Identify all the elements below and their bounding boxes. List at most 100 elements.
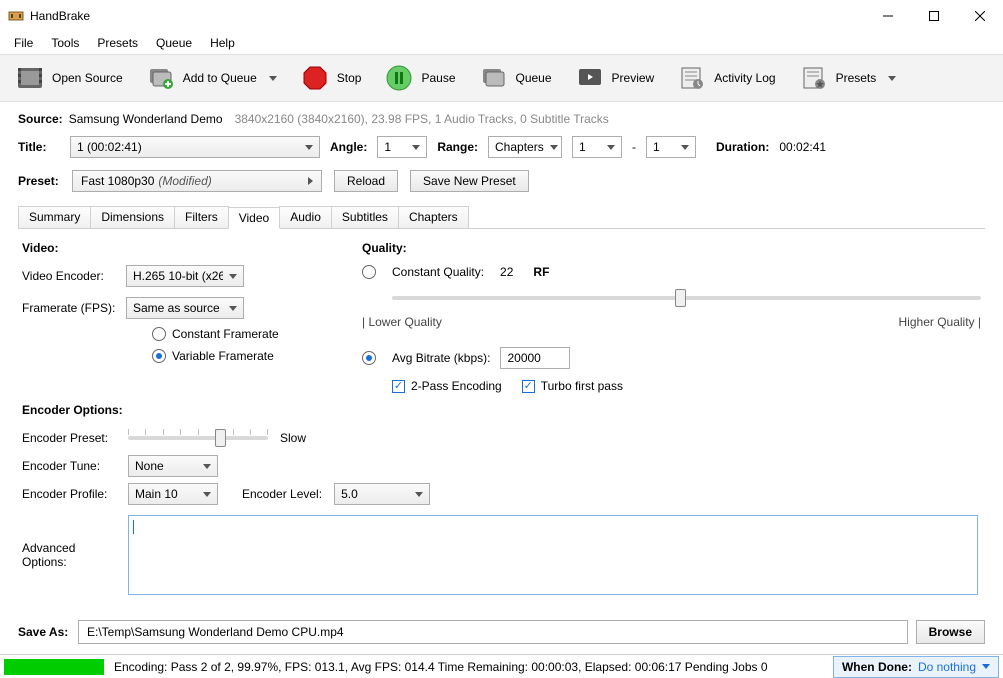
quality-section-title: Quality:: [362, 241, 981, 255]
video-encoder-select[interactable]: H.265 10-bit (x265: [126, 265, 244, 287]
encoder-level-label: Encoder Level:: [242, 487, 322, 501]
cfr-option[interactable]: Constant Framerate: [152, 327, 332, 341]
advanced-options-label: Advanced Options:: [22, 541, 116, 569]
pause-label: Pause: [421, 71, 455, 85]
encoder-profile-select[interactable]: Main 10: [128, 483, 218, 505]
when-done-select[interactable]: When Done: Do nothing: [833, 656, 999, 678]
quality-column: Quality: Constant Quality: 22 RF | Lower…: [362, 241, 981, 393]
chevron-down-icon: [607, 145, 615, 150]
encoder-level-select[interactable]: 5.0: [334, 483, 430, 505]
two-pass-checkbox[interactable]: ✓ 2-Pass Encoding: [392, 379, 502, 393]
abr-radio[interactable]: [362, 351, 376, 365]
window-titlebar: HandBrake: [0, 0, 1003, 32]
cq-radio[interactable]: [362, 265, 376, 279]
cfr-label: Constant Framerate: [172, 327, 279, 341]
chevron-down-icon: [888, 76, 896, 81]
preset-name: Fast 1080p30: [81, 174, 154, 188]
range-to-select[interactable]: 1: [646, 136, 696, 158]
range-label: Range:: [437, 140, 478, 154]
lower-quality-hint: | Lower Quality: [362, 315, 442, 329]
queue-button[interactable]: Queue: [470, 60, 562, 96]
stop-label: Stop: [337, 71, 362, 85]
open-source-button[interactable]: Open Source: [6, 60, 133, 96]
vfr-option[interactable]: Variable Framerate: [152, 349, 332, 363]
maximize-button[interactable]: [911, 0, 957, 32]
add-to-queue-button[interactable]: Add to Queue: [137, 60, 287, 96]
reload-button[interactable]: Reload: [334, 170, 398, 192]
presets-button[interactable]: Presets: [790, 60, 907, 96]
menu-presets[interactable]: Presets: [89, 34, 146, 52]
encopts-section-title: Encoder Options:: [22, 403, 981, 417]
tab-filters[interactable]: Filters: [174, 206, 229, 228]
browse-button[interactable]: Browse: [916, 620, 985, 644]
advanced-options-input[interactable]: [128, 515, 978, 595]
slider-thumb[interactable]: [215, 429, 226, 447]
encoder-preset-slider[interactable]: [128, 427, 268, 449]
pause-button[interactable]: Pause: [375, 60, 465, 96]
fps-value: Same as source: [133, 301, 220, 315]
angle-select[interactable]: 1: [377, 136, 427, 158]
encoder-level-value: 5.0: [341, 487, 358, 501]
queue-add-icon: [147, 64, 175, 92]
save-path-input[interactable]: E:\Temp\Samsung Wonderland Demo CPU.mp4: [78, 620, 908, 644]
arrow-right-icon: [308, 177, 313, 185]
encoder-tune-select[interactable]: None: [128, 455, 218, 477]
encoder-label: Video Encoder:: [22, 269, 116, 283]
video-section-title: Video:: [22, 241, 332, 255]
tab-audio[interactable]: Audio: [279, 206, 332, 228]
fps-select[interactable]: Same as source: [126, 297, 244, 319]
save-new-preset-button[interactable]: Save New Preset: [410, 170, 529, 192]
title-select[interactable]: 1 (00:02:41): [70, 136, 320, 158]
tab-dimensions[interactable]: Dimensions: [90, 206, 175, 228]
menu-file[interactable]: File: [6, 34, 41, 52]
angle-value: 1: [384, 140, 391, 154]
video-tab-content: Video: Video Encoder: H.265 10-bit (x265…: [0, 229, 1003, 614]
presets-icon: [800, 64, 828, 92]
minimize-button[interactable]: [865, 0, 911, 32]
quality-slider[interactable]: [392, 287, 981, 309]
abr-input[interactable]: [500, 347, 570, 369]
cq-unit: RF: [533, 265, 549, 279]
log-icon: [678, 64, 706, 92]
chevron-down-icon: [203, 492, 211, 497]
turbo-label: Turbo first pass: [541, 379, 623, 393]
source-row: Source: Samsung Wonderland Demo 3840x216…: [0, 102, 1003, 130]
when-done-value: Do nothing: [918, 660, 976, 674]
add-to-queue-label: Add to Queue: [183, 71, 257, 85]
close-button[interactable]: [957, 0, 1003, 32]
menu-tools[interactable]: Tools: [43, 34, 87, 52]
tab-video[interactable]: Video: [228, 207, 280, 229]
source-meta: 3840x2160 (3840x2160), 23.98 FPS, 1 Audi…: [235, 112, 609, 126]
stop-button[interactable]: Stop: [291, 60, 372, 96]
tab-chapters[interactable]: Chapters: [398, 206, 469, 228]
preset-select[interactable]: Fast 1080p30 (Modified): [72, 170, 322, 192]
menu-queue[interactable]: Queue: [148, 34, 200, 52]
title-label: Title:: [18, 140, 60, 154]
preview-button[interactable]: Preview: [566, 60, 665, 96]
tab-subtitles[interactable]: Subtitles: [331, 206, 399, 228]
title-row: Title: 1 (00:02:41) Angle: 1 Range: Chap…: [0, 130, 1003, 164]
abr-label: Avg Bitrate (kbps):: [392, 351, 490, 365]
pause-icon: [385, 64, 413, 92]
window-controls: [865, 0, 1003, 32]
tab-strip: Summary Dimensions Filters Video Audio S…: [18, 206, 985, 229]
range-from-select[interactable]: 1: [572, 136, 622, 158]
chevron-down-icon: [229, 306, 237, 311]
two-pass-label: 2-Pass Encoding: [411, 379, 502, 393]
check-icon: ✓: [522, 380, 535, 393]
encoder-profile-label: Encoder Profile:: [22, 487, 116, 501]
tab-summary[interactable]: Summary: [18, 206, 91, 228]
slider-thumb[interactable]: [675, 289, 686, 307]
range-type-value: Chapters: [495, 140, 544, 154]
status-bar: Encoding: Pass 2 of 2, 99.97%, FPS: 013.…: [0, 654, 1003, 678]
radio-icon: [152, 327, 166, 341]
source-name: Samsung Wonderland Demo: [69, 112, 223, 126]
menu-help[interactable]: Help: [202, 34, 243, 52]
range-type-select[interactable]: Chapters: [488, 136, 562, 158]
turbo-checkbox[interactable]: ✓ Turbo first pass: [522, 379, 623, 393]
activity-log-button[interactable]: Activity Log: [668, 60, 785, 96]
radio-checked-icon: [152, 349, 166, 363]
queue-label: Queue: [516, 71, 552, 85]
preset-modified: (Modified): [158, 174, 211, 188]
range-from-value: 1: [579, 140, 586, 154]
